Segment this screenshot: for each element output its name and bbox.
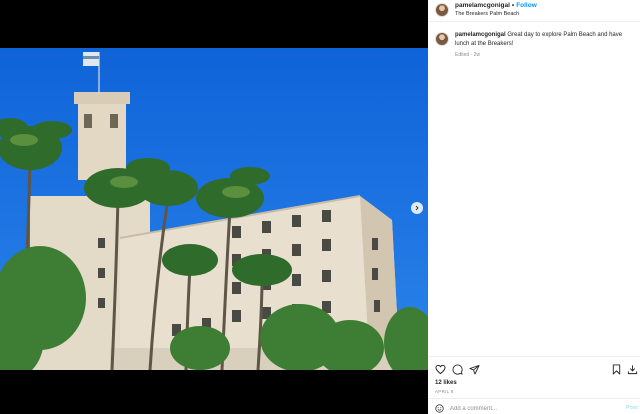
caption-meta: Edited · 2w [455, 52, 481, 58]
post-author: pamelamcgonigal • Follow [455, 2, 537, 9]
post-header: pamelamcgonigal • Follow The Breakers Palm… [428, 0, 640, 22]
like-button[interactable] [435, 364, 446, 375]
post-photo[interactable] [0, 48, 428, 370]
caption-avatar[interactable] [435, 32, 449, 46]
download-button[interactable] [627, 364, 638, 375]
like-count[interactable]: 12 likes [435, 380, 457, 386]
post-comment-button[interactable]: Post [626, 405, 638, 411]
caption-username[interactable]: pamelamcgonigal [455, 32, 506, 38]
post-side-panel: pamelamcgonigal • Follow The Breakers Palm… [428, 0, 640, 414]
heart-icon [435, 364, 446, 375]
media-pane [0, 0, 428, 414]
bookmark-icon [612, 364, 621, 375]
emoji-icon [435, 404, 444, 413]
comment-input[interactable] [450, 403, 610, 414]
chevron-right-icon [415, 205, 419, 211]
save-button[interactable] [611, 364, 622, 375]
follow-button[interactable]: Follow [516, 2, 537, 9]
paper-plane-icon [469, 364, 480, 375]
comment-bar: Post [428, 398, 640, 414]
username-link[interactable]: pamelamcgonigal [455, 2, 510, 9]
comment-button[interactable] [452, 364, 463, 375]
separator-dot: • [511, 2, 515, 9]
hotel-photo-illustration [0, 48, 428, 370]
location-link[interactable]: The Breakers Palm Beach [455, 11, 519, 17]
next-image-button[interactable] [411, 202, 423, 214]
avatar[interactable] [435, 3, 449, 17]
caption-text: pamelamcgonigal Great day to explore Pal… [455, 31, 633, 48]
emoji-button[interactable] [435, 404, 444, 413]
comment-icon [452, 364, 463, 375]
action-bar [428, 356, 640, 378]
share-button[interactable] [469, 364, 480, 375]
download-icon [627, 365, 638, 375]
post-date: APRIL 8 [435, 389, 454, 394]
